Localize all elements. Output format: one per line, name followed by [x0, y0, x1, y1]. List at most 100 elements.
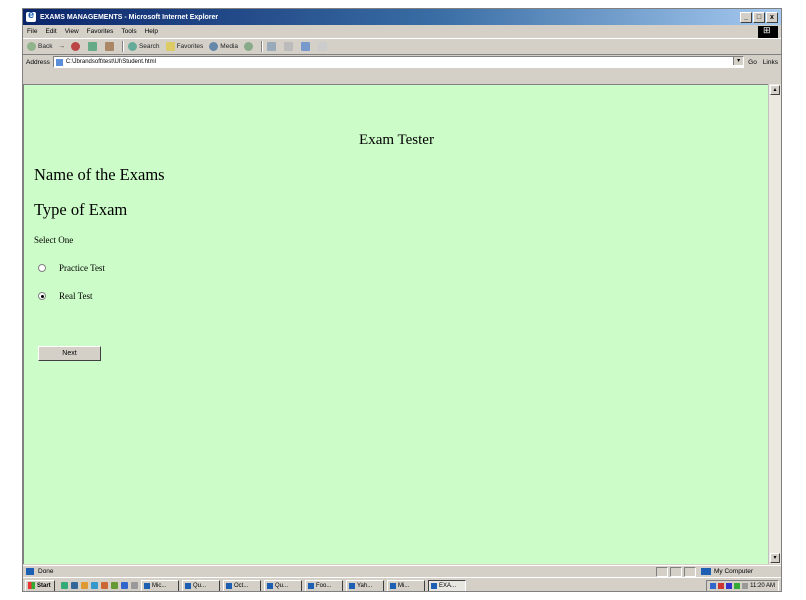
address-input[interactable]: C:\Jbrandsoft\test\UI\Student.html ▾ — [52, 56, 745, 68]
taskbar-item[interactable]: Mi... — [387, 579, 425, 591]
menu-tools[interactable]: Tools — [121, 28, 136, 35]
stop-button[interactable] — [70, 42, 82, 51]
address-dropdown-icon[interactable]: ▾ — [733, 57, 744, 65]
browser-window: EXAMS MANAGEMENTS - Microsoft Internet E… — [22, 8, 782, 592]
taskbar-item-active[interactable]: EXA... — [428, 579, 466, 591]
start-label: Start — [37, 582, 51, 589]
taskbar: Start Mic... Qu... Oct... Qu... Foo... Y… — [23, 577, 781, 591]
tray-network-icon[interactable] — [710, 582, 717, 589]
favorites-icon — [165, 42, 175, 51]
quicklaunch-icon[interactable] — [71, 582, 78, 589]
task-icon — [390, 582, 396, 589]
menu-bar: File Edit View Favorites Tools Help — [23, 25, 781, 38]
search-icon — [127, 42, 137, 51]
media-button[interactable]: Media — [209, 42, 238, 51]
toolbar-separator — [121, 41, 124, 52]
print-icon — [284, 42, 294, 51]
taskbar-item[interactable]: Qu... — [182, 579, 220, 591]
status-cell — [684, 566, 696, 577]
exam-type-heading: Type of Exam — [34, 200, 128, 219]
practice-test-radio[interactable] — [38, 264, 46, 272]
menu-help[interactable]: Help — [145, 28, 158, 35]
print-button[interactable] — [284, 42, 295, 51]
real-test-radio[interactable] — [38, 292, 46, 300]
menu-favorites[interactable]: Favorites — [87, 28, 114, 35]
quicklaunch-icon[interactable] — [81, 582, 88, 589]
quicklaunch-icon[interactable] — [111, 582, 118, 589]
start-button[interactable]: Start — [25, 579, 55, 591]
scroll-down-icon[interactable]: ▾ — [770, 553, 780, 563]
quicklaunch-icon[interactable] — [131, 582, 138, 589]
task-icon — [349, 582, 355, 589]
history-button[interactable] — [244, 42, 255, 51]
tray-antivirus-icon[interactable] — [726, 582, 733, 589]
tray-volume-icon[interactable] — [742, 582, 749, 589]
standard-toolbar: Back → Search Favorites Media — [23, 38, 781, 55]
favorites-button[interactable]: Favorites — [165, 42, 203, 51]
window-title: EXAMS MANAGEMENTS - Microsoft Internet E… — [40, 13, 219, 21]
vertical-scrollbar[interactable]: ▴ ▾ — [768, 84, 781, 564]
minimize-button[interactable]: _ — [740, 11, 752, 23]
toolbar-separator — [261, 41, 264, 52]
zone-text: My Computer — [714, 568, 754, 575]
address-value: C:\Jbrandsoft\test\UI\Student.html — [65, 59, 156, 65]
go-button[interactable]: Go — [748, 59, 757, 66]
real-test-option[interactable]: Real Test — [38, 291, 92, 301]
mail-icon — [267, 42, 277, 51]
discuss-icon — [318, 42, 328, 51]
address-bar: Address C:\Jbrandsoft\test\UI\Student.ht… — [23, 55, 781, 69]
search-button[interactable]: Search — [127, 42, 160, 51]
stop-icon — [70, 42, 80, 51]
quicklaunch-icon[interactable] — [101, 582, 108, 589]
task-icon — [267, 582, 273, 589]
close-button[interactable]: x — [766, 11, 778, 23]
taskbar-item[interactable]: Oct... — [223, 579, 261, 591]
clock: 11:20 AM — [750, 582, 775, 589]
security-zone: My Computer — [698, 568, 781, 575]
practice-test-label: Practice Test — [59, 263, 105, 273]
windows-flag-icon — [28, 582, 35, 589]
taskbar-item[interactable]: Qu... — [264, 579, 302, 591]
page-done-icon — [26, 568, 34, 575]
quicklaunch-icon[interactable] — [61, 582, 68, 589]
next-button[interactable]: Next — [38, 346, 101, 361]
home-icon — [104, 42, 114, 51]
discuss-button[interactable] — [318, 42, 329, 51]
task-icon — [431, 582, 437, 589]
taskbar-item[interactable]: Foo... — [305, 579, 343, 591]
real-test-label: Real Test — [59, 291, 93, 301]
quicklaunch-icon[interactable] — [121, 582, 128, 589]
history-icon — [244, 42, 254, 51]
edit-button[interactable] — [301, 42, 312, 51]
tray-n-icon[interactable] — [718, 582, 725, 589]
back-button[interactable]: Back — [27, 42, 52, 51]
select-one-label: Select One — [34, 235, 74, 245]
menu-view[interactable]: View — [65, 28, 79, 35]
tray-shield-icon[interactable] — [734, 582, 741, 589]
mail-button[interactable] — [267, 42, 278, 51]
task-icon — [226, 582, 232, 589]
practice-test-option[interactable]: Practice Test — [38, 263, 105, 273]
page-content: Exam Tester Name of the Exams Type of Ex… — [23, 84, 768, 564]
edit-icon — [301, 42, 311, 51]
menu-edit[interactable]: Edit — [45, 28, 56, 35]
home-button[interactable] — [104, 42, 116, 51]
page-title: Exam Tester — [359, 132, 434, 148]
windows-logo-icon — [758, 25, 778, 38]
window-controls: _ □ x — [740, 11, 778, 23]
taskbar-item[interactable]: Mic... — [141, 579, 179, 591]
quicklaunch-icon[interactable] — [91, 582, 98, 589]
task-icon — [185, 582, 191, 589]
address-label: Address — [26, 58, 50, 66]
status-text: Done — [38, 568, 54, 575]
maximize-button[interactable]: □ — [753, 11, 765, 23]
task-icon — [144, 582, 150, 589]
menu-file[interactable]: File — [27, 28, 37, 35]
taskbar-item[interactable]: Yah... — [346, 579, 384, 591]
forward-button[interactable]: → — [58, 43, 65, 50]
back-arrow-icon — [27, 42, 36, 51]
title-bar[interactable]: EXAMS MANAGEMENTS - Microsoft Internet E… — [23, 9, 781, 25]
refresh-button[interactable] — [87, 42, 99, 51]
scroll-up-icon[interactable]: ▴ — [770, 85, 780, 95]
links-button[interactable]: Links — [763, 59, 778, 66]
